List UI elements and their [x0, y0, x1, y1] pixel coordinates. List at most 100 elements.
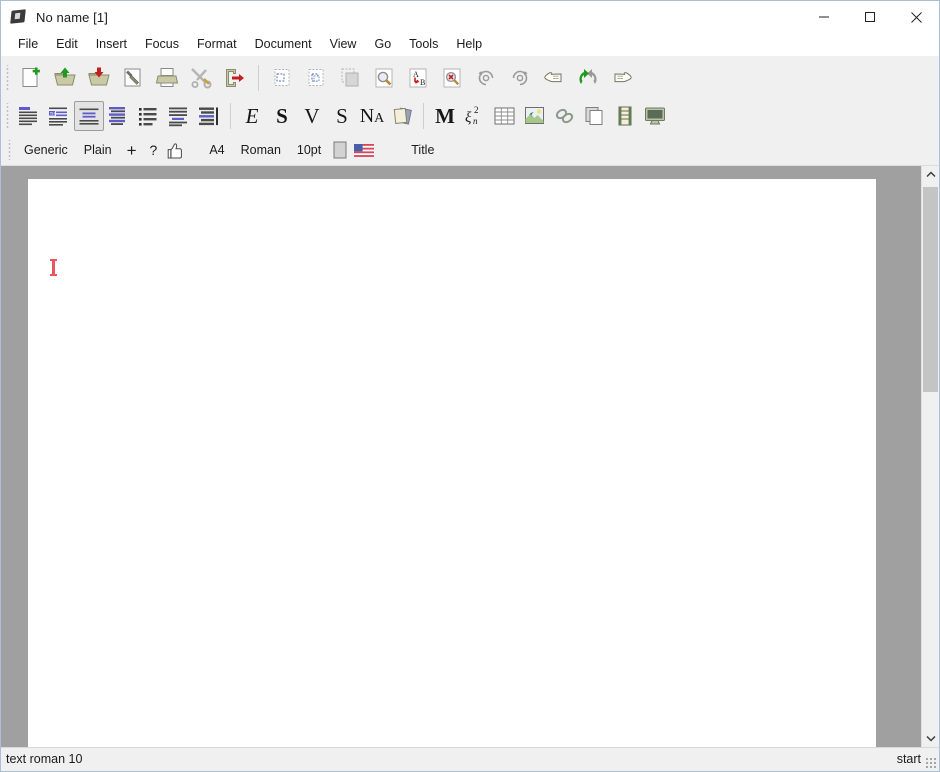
- menu-file[interactable]: File: [9, 36, 47, 54]
- svg-text:2: 2: [474, 105, 479, 115]
- menu-focus[interactable]: Focus: [136, 36, 188, 54]
- font-size-10pt[interactable]: 10pt: [289, 141, 329, 160]
- minimize-button[interactable]: [801, 1, 847, 33]
- open-folder-icon[interactable]: [48, 61, 82, 95]
- context-toolbar: Generic Plain + ? A4 Roman 10pt Title: [1, 135, 939, 165]
- menu-insert[interactable]: Insert: [87, 36, 136, 54]
- replace-icon[interactable]: A B: [401, 61, 435, 95]
- style-plain[interactable]: Plain: [76, 141, 120, 160]
- svg-text:TH: TH: [50, 111, 56, 116]
- spell-check-icon[interactable]: [435, 61, 469, 95]
- align-center-icon[interactable]: [104, 101, 134, 131]
- document-title[interactable]: Title: [403, 141, 442, 160]
- paste-icon[interactable]: [333, 61, 367, 95]
- save-folder-icon[interactable]: [82, 61, 116, 95]
- find-icon[interactable]: [367, 61, 401, 95]
- paragraph-style-icon[interactable]: [14, 101, 44, 131]
- resize-grip[interactable]: [925, 757, 937, 769]
- status-right-text: start: [896, 752, 921, 767]
- toolbar-separator: [258, 65, 259, 91]
- copy-icon[interactable]: [299, 61, 333, 95]
- new-document-icon[interactable]: [14, 61, 48, 95]
- svg-text:A: A: [413, 70, 419, 79]
- center-block-icon[interactable]: [74, 101, 104, 131]
- small-caps-icon[interactable]: Na: [357, 101, 387, 131]
- thumbs-up-icon[interactable]: [163, 139, 187, 161]
- texmacs-window: No name [1] File Edit Insert Focus Forma…: [0, 0, 940, 772]
- hand-right-icon[interactable]: [605, 61, 639, 95]
- close-button[interactable]: [893, 1, 939, 33]
- emphasize-icon[interactable]: E: [237, 101, 267, 131]
- verbatim-glyph: V: [304, 103, 320, 128]
- toolbars: A B TH E S V S Na M ξ 2 n Generic Plain …: [1, 56, 939, 166]
- svg-text:n: n: [473, 116, 478, 126]
- verbatim-icon[interactable]: V: [297, 101, 327, 131]
- window-controls: [801, 1, 939, 33]
- film-strip-icon[interactable]: [610, 101, 640, 131]
- menu-document[interactable]: Document: [246, 36, 321, 54]
- svg-text:ξ: ξ: [465, 110, 472, 126]
- hand-left-icon[interactable]: [537, 61, 571, 95]
- font-roman[interactable]: Roman: [233, 141, 289, 160]
- paper-size-a4[interactable]: A4: [201, 141, 232, 160]
- table-icon[interactable]: [490, 101, 520, 131]
- sample-glyph: S: [336, 103, 348, 128]
- maximize-button[interactable]: [847, 1, 893, 33]
- menu-tools[interactable]: Tools: [400, 36, 447, 54]
- copies-icon[interactable]: [580, 101, 610, 131]
- small-caps-glyph: Na: [359, 105, 385, 127]
- print-icon[interactable]: [150, 61, 184, 95]
- svg-text:B: B: [420, 78, 425, 87]
- status-left-text: text roman 10: [6, 752, 83, 767]
- image-icon[interactable]: [520, 101, 550, 131]
- refresh-icon[interactable]: [571, 61, 605, 95]
- tools-scissors-wrench-icon[interactable]: [184, 61, 218, 95]
- exit-door-icon[interactable]: [218, 61, 252, 95]
- document-canvas[interactable]: [1, 166, 921, 747]
- toolbar-separator: [423, 103, 424, 129]
- math-mode-icon[interactable]: M: [430, 101, 460, 131]
- link-icon[interactable]: [550, 101, 580, 131]
- menu-format[interactable]: Format: [188, 36, 246, 54]
- redo-icon[interactable]: [503, 61, 537, 95]
- toolbar-grip[interactable]: [7, 140, 14, 160]
- color-swatch-icon[interactable]: [329, 139, 351, 161]
- title-bar: No name [1]: [1, 1, 939, 33]
- screen-icon[interactable]: [640, 101, 670, 131]
- toolbar-grip[interactable]: [5, 65, 12, 91]
- toolbar-grip[interactable]: [5, 103, 12, 129]
- formula-subscript-icon[interactable]: ξ 2 n: [460, 101, 490, 131]
- menu-go[interactable]: Go: [365, 36, 400, 54]
- scrollbar-track[interactable]: [922, 183, 939, 730]
- vertical-scrollbar[interactable]: [921, 166, 939, 747]
- format-toolbar: TH E S V S Na M ξ 2 n: [1, 97, 939, 135]
- document-page[interactable]: [28, 179, 876, 747]
- numbered-block-icon[interactable]: [164, 101, 194, 131]
- strong-glyph: S: [276, 103, 288, 128]
- help-style-icon[interactable]: ?: [144, 143, 164, 157]
- language-flag-us-icon[interactable]: [351, 139, 377, 161]
- cut-icon[interactable]: [265, 61, 299, 95]
- indent-right-icon[interactable]: [194, 101, 224, 131]
- work-area: [1, 166, 939, 747]
- texmacs-logo-icon: [10, 8, 28, 26]
- hammer-build-icon[interactable]: [116, 61, 150, 95]
- scroll-up-button[interactable]: [922, 166, 939, 183]
- window-title: No name [1]: [36, 9, 108, 25]
- theorem-style-icon[interactable]: TH: [44, 101, 74, 131]
- emphasize-glyph: E: [245, 103, 259, 128]
- pages-stack-icon[interactable]: [387, 101, 417, 131]
- menu-help[interactable]: Help: [447, 36, 491, 54]
- scroll-down-button[interactable]: [922, 730, 939, 747]
- undo-icon[interactable]: [469, 61, 503, 95]
- style-generic[interactable]: Generic: [16, 141, 76, 160]
- add-style-icon[interactable]: +: [120, 142, 144, 159]
- menu-view[interactable]: View: [321, 36, 366, 54]
- main-toolbar: A B: [1, 59, 939, 97]
- bullet-list-icon[interactable]: [134, 101, 164, 131]
- menu-edit[interactable]: Edit: [47, 36, 87, 54]
- scrollbar-thumb[interactable]: [923, 187, 938, 392]
- strong-icon[interactable]: S: [267, 101, 297, 131]
- math-glyph: M: [435, 103, 455, 128]
- sample-icon[interactable]: S: [327, 101, 357, 131]
